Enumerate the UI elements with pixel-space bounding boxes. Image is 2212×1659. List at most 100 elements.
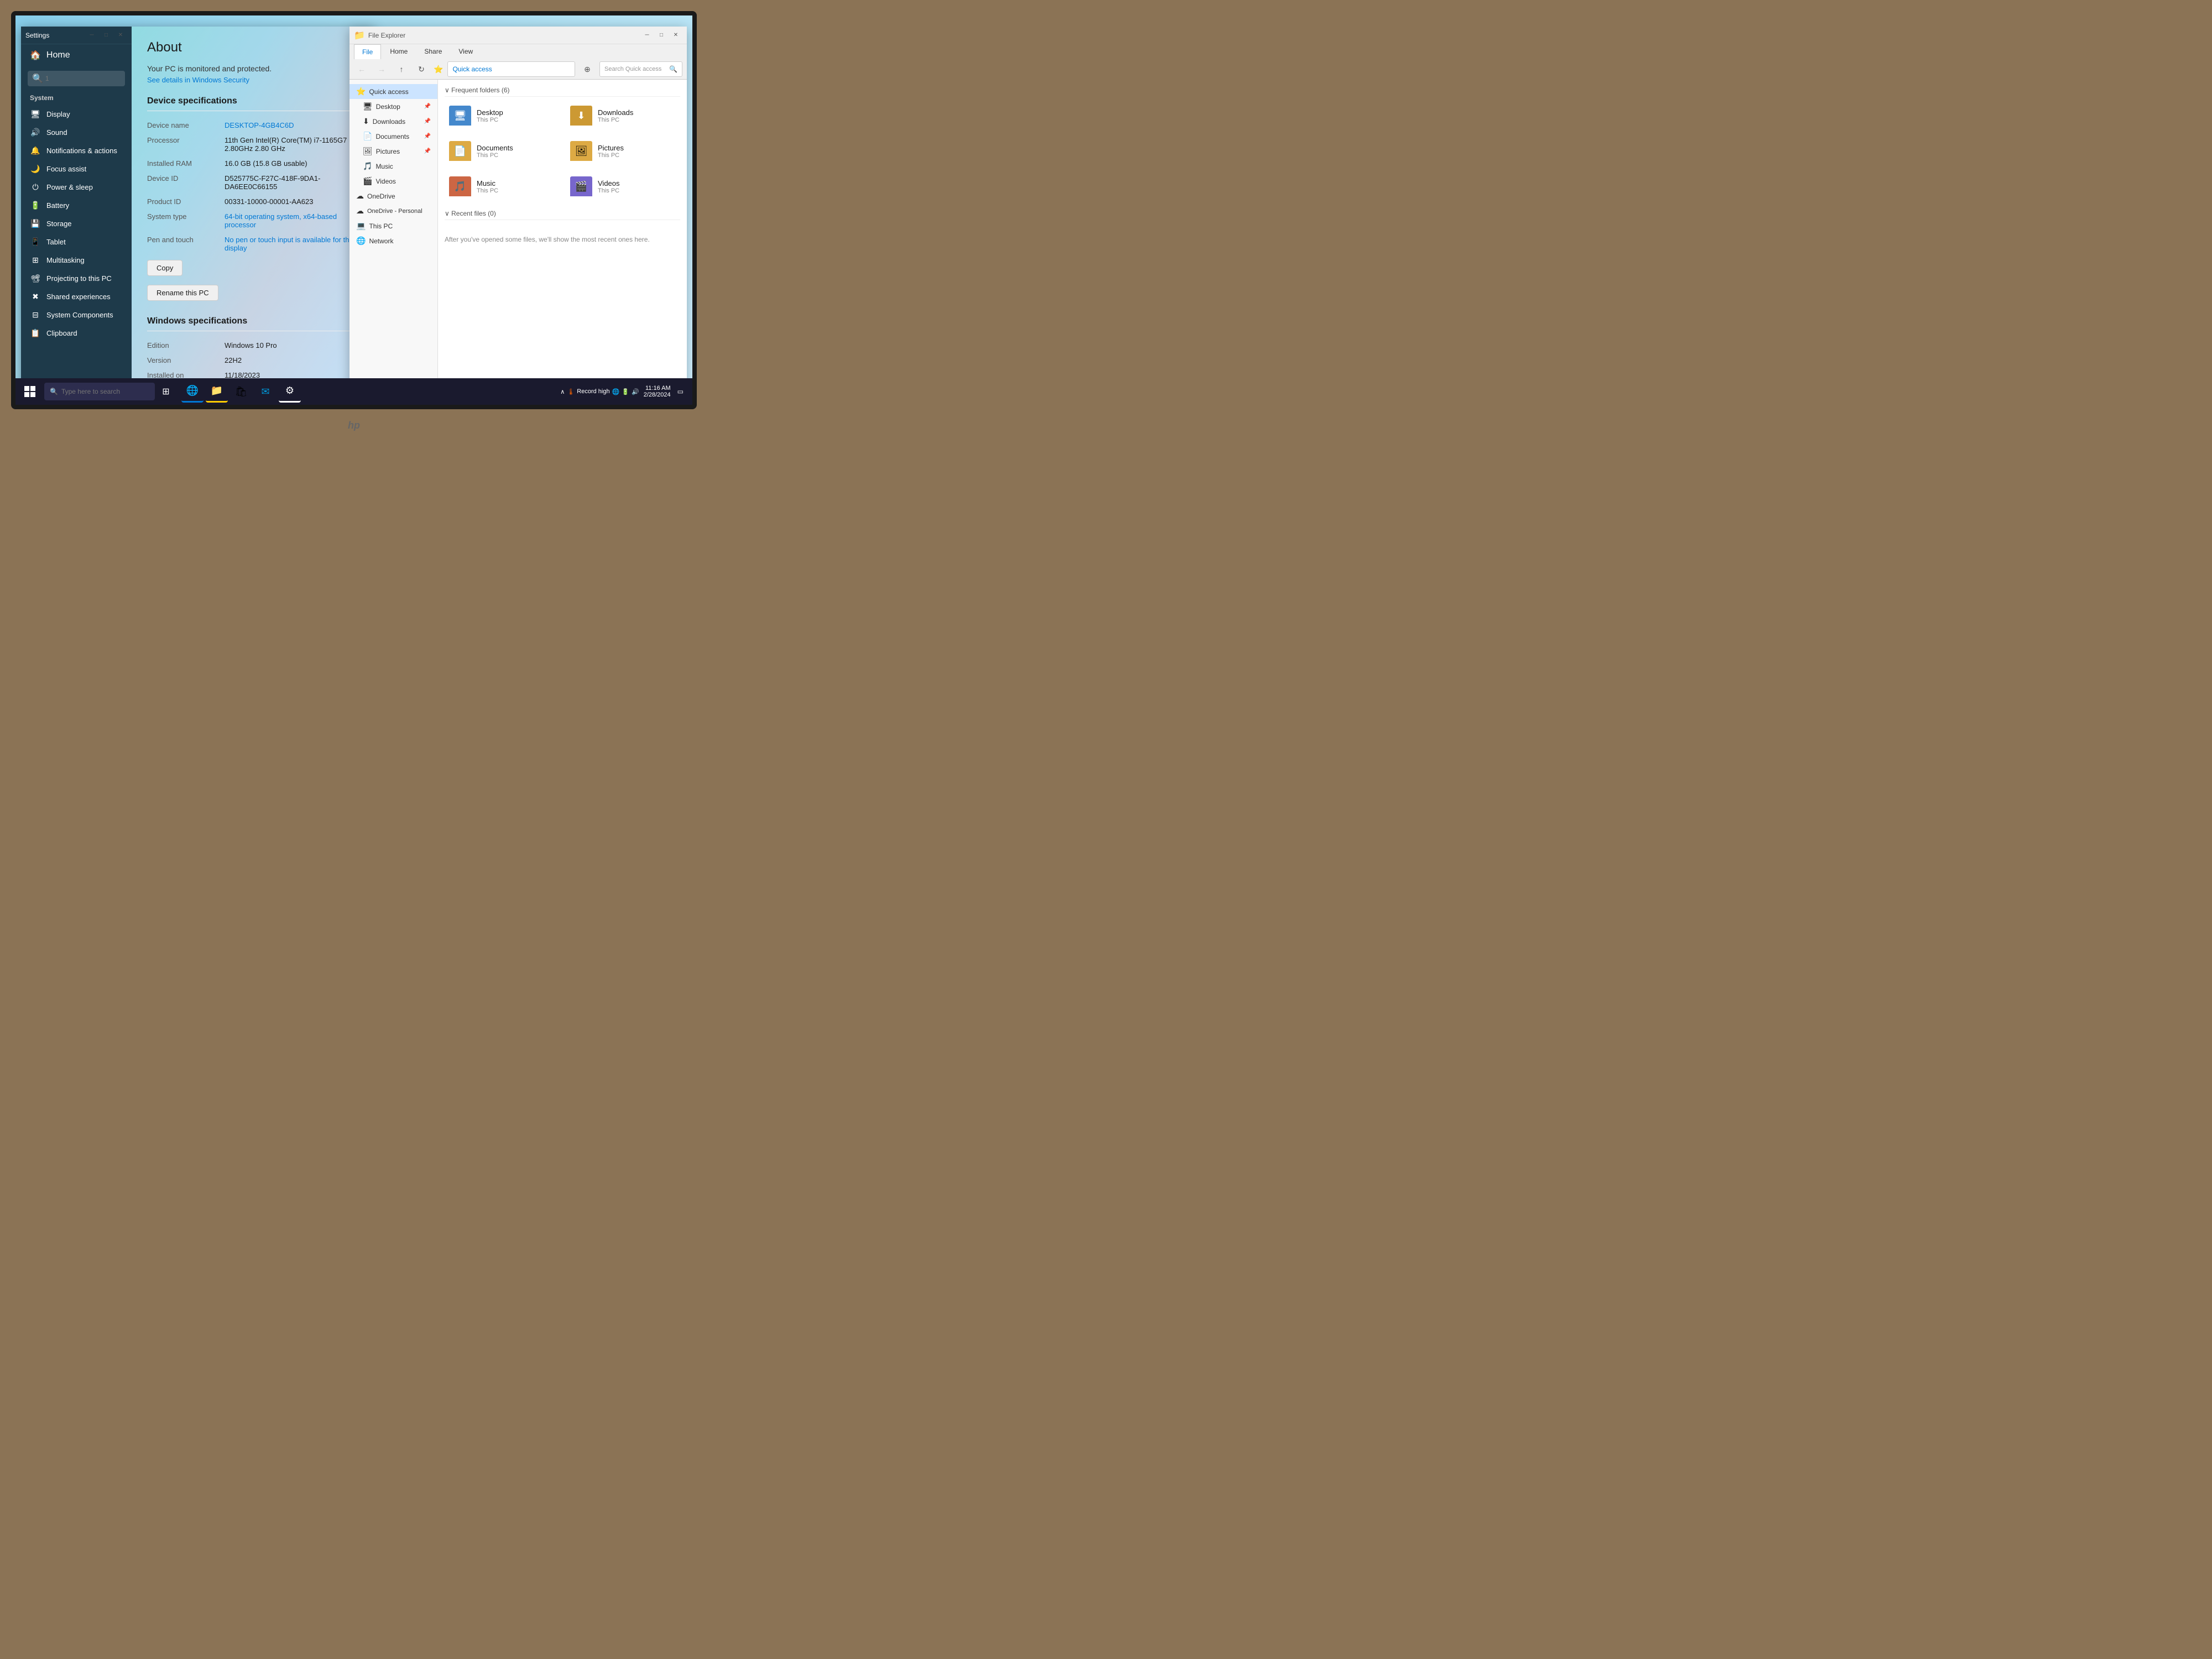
sidebar-item-storage[interactable]: 💾 Storage <box>21 215 132 233</box>
sidebar-item-power[interactable]: ⏻ Power & sleep <box>21 178 132 196</box>
spec-processor: Processor 11th Gen Intel(R) Core(TM) i7-… <box>147 133 359 156</box>
folder-music[interactable]: 🎵 Music This PC <box>445 172 559 201</box>
start-button[interactable] <box>18 379 42 404</box>
spec-device-name: Device name DESKTOP-4GB4C6D <box>147 118 359 133</box>
power-label: Power & sleep <box>46 183 93 191</box>
folder-videos[interactable]: 🎬 Videos This PC <box>566 172 680 201</box>
fe-search-box[interactable]: Search Quick access 🔍 <box>599 61 682 77</box>
fe-maximize-button[interactable]: □ <box>655 29 668 42</box>
fe-main-content: ∨ Frequent folders (6) 🖥 Desktop <box>438 80 687 405</box>
version-value: 22H2 <box>225 356 359 364</box>
fe-address-bar[interactable]: Quick access <box>447 61 575 77</box>
task-view-button[interactable]: ⊞ <box>155 380 177 403</box>
music-folder-name: Music <box>477 179 498 187</box>
fe-sidebar-videos[interactable]: 🎬 Videos <box>349 174 437 189</box>
fe-tabs: File Home Share View <box>349 44 687 59</box>
fe-sidebar-this-pc[interactable]: 💻 This PC <box>349 218 437 233</box>
projecting-label: Projecting to this PC <box>46 274 112 283</box>
fe-refresh-button[interactable]: ↻ <box>414 61 429 77</box>
folder-downloads[interactable]: ⬇ Downloads This PC <box>566 101 680 130</box>
store-icon: 🛍 <box>235 386 248 398</box>
desktop-pin-icon: 📌 <box>424 103 431 109</box>
recent-files-header: ∨ Recent files (0) <box>445 210 680 220</box>
date-display: 2/28/2024 <box>644 392 671 398</box>
settings-button[interactable]: ⚙ <box>279 380 301 403</box>
fe-sidebar-music[interactable]: 🎵 Music <box>349 159 437 174</box>
maximize-button[interactable]: □ <box>100 29 113 42</box>
edge-button[interactable]: 🌐 <box>181 380 204 403</box>
volume-icon[interactable]: 🔊 <box>632 388 639 395</box>
fe-tab-home[interactable]: Home <box>382 44 415 59</box>
folder-pictures[interactable]: 🖼 Pictures This PC <box>566 137 680 165</box>
desktop-folder-name: Desktop <box>477 108 503 117</box>
folder-desktop[interactable]: 🖥 Desktop This PC <box>445 101 559 130</box>
network-label: Network <box>369 237 393 245</box>
sidebar-item-multitasking[interactable]: ⊞ Multitasking <box>21 251 132 269</box>
processor-value: 11th Gen Intel(R) Core(TM) i7-1165G7 @ 2… <box>225 136 359 153</box>
pen-touch-label: Pen and touch <box>147 236 225 252</box>
screen-bezel: Settings ─ □ ✕ 🏠 Home 🔍 <box>11 11 697 409</box>
sidebar-item-system-components[interactable]: ⊟ System Components <box>21 306 132 324</box>
network-tray-icon[interactable]: 🌐 <box>612 388 620 395</box>
folder-documents[interactable]: 📄 Documents This PC <box>445 137 559 165</box>
fe-sidebar-onedrive-personal[interactable]: ☁ OneDrive - Personal <box>349 204 437 218</box>
close-button[interactable]: ✕ <box>114 29 127 42</box>
fe-sidebar-desktop[interactable]: 🖥 Desktop 📌 <box>349 99 437 114</box>
minimize-button[interactable]: ─ <box>85 29 98 42</box>
fe-up-button[interactable]: ↑ <box>394 61 409 77</box>
fe-window-title: File Explorer <box>368 32 640 39</box>
settings-search-input[interactable] <box>45 75 121 82</box>
copy-button-1[interactable]: Copy <box>147 260 182 276</box>
fe-close-button[interactable]: ✕ <box>669 29 682 42</box>
spec-system-type: System type 64-bit operating system, x64… <box>147 209 359 232</box>
this-pc-icon: 💻 <box>356 221 366 231</box>
file-explorer-icon: 📁 <box>211 385 223 397</box>
sidebar-item-focus[interactable]: 🌙 Focus assist <box>21 160 132 178</box>
sidebar-item-projecting[interactable]: 📽 Projecting to this PC <box>21 269 132 288</box>
sidebar-item-notifications[interactable]: 🔔 Notifications & actions <box>21 142 132 160</box>
spec-device-id: Device ID D525775C-F27C-418F-9DA1-DA6EE0… <box>147 171 359 194</box>
pictures-folder-sub: This PC <box>598 152 624 159</box>
sidebar-item-display[interactable]: 🖥 Display <box>21 105 132 123</box>
taskbar-search-icon: 🔍 <box>50 388 58 395</box>
show-desktop-button[interactable]: ▭ <box>675 388 686 395</box>
sidebar-item-battery[interactable]: 🔋 Battery <box>21 196 132 215</box>
desktop-folder-icon: 🖥 <box>449 106 471 126</box>
projecting-icon: 📽 <box>30 274 41 283</box>
fe-sidebar-network[interactable]: 🌐 Network <box>349 233 437 248</box>
hp-logo: hp <box>348 420 360 431</box>
settings-home-item[interactable]: 🏠 Home <box>21 44 132 66</box>
security-link[interactable]: See details in Windows Security <box>147 76 249 84</box>
videos-folder-icon: 🎬 <box>570 176 592 196</box>
fe-tab-view[interactable]: View <box>451 44 481 59</box>
fe-sidebar-downloads[interactable]: ⬇ Downloads 📌 <box>349 114 437 129</box>
fe-sidebar-documents[interactable]: 📄 Documents 📌 <box>349 129 437 144</box>
sidebar-item-sound[interactable]: 🔊 Sound <box>21 123 132 142</box>
store-button[interactable]: 🛍 <box>230 380 252 403</box>
taskbar-search-input[interactable] <box>61 388 149 395</box>
spec-version: Version 22H2 <box>147 353 359 368</box>
storage-label: Storage <box>46 220 72 228</box>
clock-display[interactable]: 11:16 AM 2/28/2024 <box>644 385 671 398</box>
chevron-down-icon: ∨ <box>445 86 451 94</box>
battery-tray-icon[interactable]: 🔋 <box>622 388 629 395</box>
file-explorer-button[interactable]: 📁 <box>206 380 228 403</box>
fe-tab-file[interactable]: File <box>354 44 381 59</box>
sidebar-item-tablet[interactable]: 📱 Tablet <box>21 233 132 251</box>
rename-button[interactable]: Rename this PC <box>147 285 218 301</box>
fe-forward-button[interactable]: → <box>374 61 389 77</box>
fe-sidebar-pictures[interactable]: 🖼 Pictures 📌 <box>349 144 437 159</box>
fe-sidebar-quick-access[interactable]: ⭐ Quick access <box>349 84 437 99</box>
fe-back-button[interactable]: ← <box>354 61 369 77</box>
chevron-up-icon[interactable]: ∧ <box>560 388 565 395</box>
fe-sidebar-onedrive[interactable]: ☁ OneDrive <box>349 189 437 204</box>
shared-icon: ✖ <box>30 292 41 301</box>
fe-tab-share[interactable]: Share <box>416 44 450 59</box>
sidebar-item-clipboard[interactable]: 📋 Clipboard <box>21 324 132 342</box>
fe-search-toggle[interactable]: ⊕ <box>580 61 595 77</box>
onedrive-personal-icon: ☁ <box>356 206 364 216</box>
sidebar-item-shared[interactable]: ✖ Shared experiences <box>21 288 132 306</box>
taskbar-search-container[interactable]: 🔍 <box>44 383 155 400</box>
fe-minimize-button[interactable]: ─ <box>640 29 654 42</box>
mail-button[interactable]: ✉ <box>254 380 276 403</box>
